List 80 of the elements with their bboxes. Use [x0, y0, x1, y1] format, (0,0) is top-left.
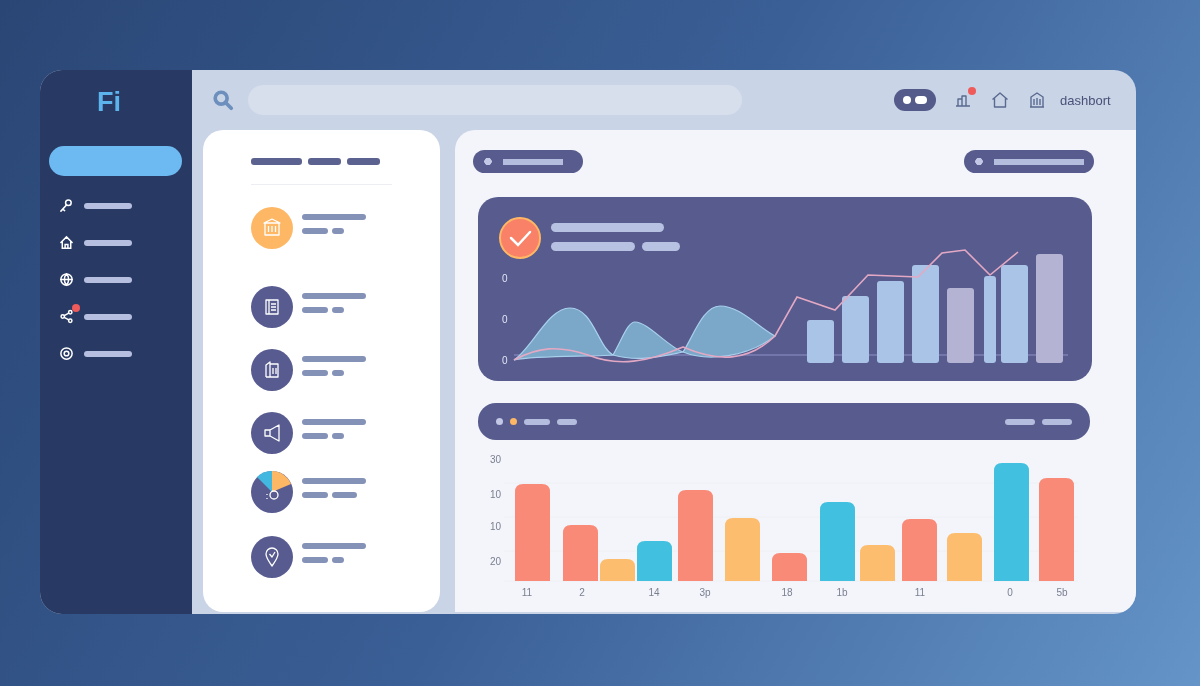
placeholder-line [302, 228, 328, 234]
status-dot [510, 418, 517, 425]
chart-bar [772, 553, 807, 581]
placeholder-line [84, 239, 132, 246]
placeholder-line [1005, 418, 1035, 425]
placeholder-line [302, 557, 328, 563]
placeholder-line [84, 276, 132, 283]
placeholder-line [308, 158, 341, 165]
placeholder-line [84, 350, 132, 357]
placeholder-line [302, 433, 328, 439]
placeholder-line [302, 307, 328, 313]
placeholder-line [332, 370, 344, 376]
check-icon [499, 217, 541, 259]
axis-label: 11 [914, 587, 926, 598]
axis-label: 1b [836, 587, 848, 598]
chart-bar [807, 320, 834, 363]
placeholder-line [524, 418, 550, 425]
chart-bar [860, 545, 895, 581]
placeholder-line [302, 293, 366, 299]
axis-label: 11 [521, 587, 533, 598]
placeholder-line [332, 307, 344, 313]
axis-label: 2 [579, 587, 585, 598]
toggle-button[interactable] [894, 89, 936, 111]
chart-bar [725, 518, 760, 581]
placeholder-line [251, 158, 302, 165]
target-icon [59, 346, 74, 361]
placeholder-line [302, 214, 366, 220]
building-icon [251, 349, 293, 391]
axis-label: 20 [490, 556, 502, 567]
dashboard-link[interactable]: dashbort [1060, 92, 1111, 108]
sidebar-button[interactable] [49, 146, 182, 176]
axis-label: 0 [1007, 587, 1013, 598]
logo: Fi [97, 86, 121, 119]
notification-dot [968, 87, 976, 95]
status-dot [496, 418, 503, 425]
bank-icon[interactable] [1027, 90, 1047, 110]
axis-label: 0 [502, 314, 508, 325]
axis-label: 0 [502, 273, 508, 284]
placeholder-line [302, 419, 366, 425]
chart-bar [842, 296, 869, 363]
axis-label: 10 [490, 489, 502, 500]
chart-bar [902, 519, 937, 581]
megaphone-icon [251, 412, 293, 454]
notification-dot [72, 304, 80, 312]
placeholder-line [84, 313, 132, 320]
axis-label: 14 [648, 587, 660, 598]
share-icon [59, 309, 74, 324]
axis-label: 5b [1056, 587, 1068, 598]
placeholder-line [347, 158, 380, 165]
document-icon [251, 286, 293, 328]
placeholder-line [332, 433, 344, 439]
chart-bar [600, 559, 635, 581]
filter-pill[interactable] [964, 150, 1094, 173]
placeholder-line [332, 228, 344, 234]
globe-icon [59, 272, 74, 287]
pie-icon [251, 471, 293, 513]
axis-label: 18 [781, 587, 793, 598]
placeholder-line [302, 356, 366, 362]
placeholder-line [302, 492, 328, 498]
placeholder-line [332, 557, 344, 563]
filter-pill[interactable] [473, 150, 583, 173]
placeholder-line [302, 543, 366, 549]
placeholder-line [84, 202, 132, 209]
axis-label: 0 [502, 355, 508, 366]
placeholder-line [332, 492, 357, 498]
pin-icon [251, 536, 293, 578]
chart-bar [637, 541, 672, 581]
bank-icon [251, 207, 293, 249]
placeholder-line [302, 478, 366, 484]
axis-label: 3p [699, 587, 711, 598]
key-icon [59, 198, 74, 213]
axis-label: 30 [490, 454, 502, 465]
chart-bar [947, 533, 982, 581]
placeholder-line [557, 418, 577, 425]
house-icon[interactable] [990, 90, 1010, 110]
placeholder-line [302, 370, 328, 376]
placeholder-line [1042, 418, 1072, 425]
house-icon [59, 235, 74, 250]
chart-bar [563, 525, 598, 581]
axis-label: 10 [490, 521, 502, 532]
